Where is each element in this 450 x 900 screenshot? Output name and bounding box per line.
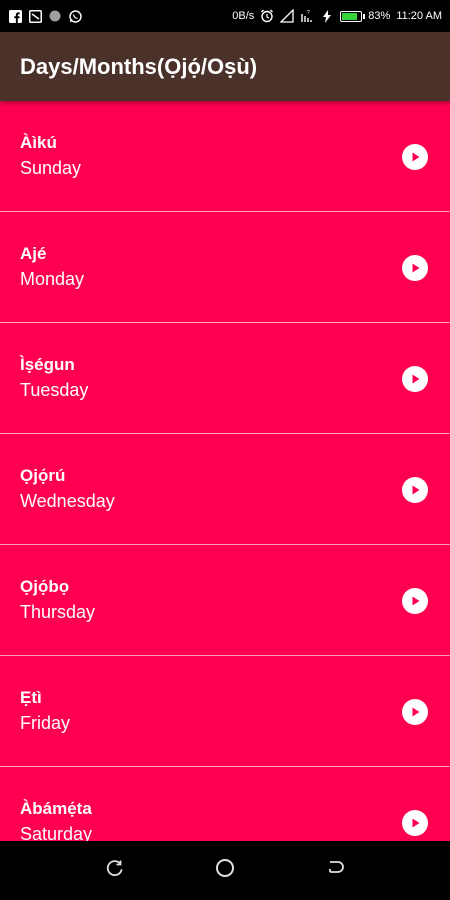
play-button[interactable]: [402, 699, 428, 725]
list-item[interactable]: Ọjọ́bọ Thursday: [0, 545, 450, 656]
play-icon: [409, 484, 421, 496]
yoruba-word: Àbámẹ́ta: [20, 799, 92, 818]
play-button[interactable]: [402, 144, 428, 170]
list-item-text: Ajé Monday: [20, 243, 84, 291]
english-word: Sunday: [20, 158, 82, 178]
play-icon: [409, 151, 421, 163]
play-icon: [409, 373, 421, 385]
facebook-icon: [8, 9, 22, 23]
list-item[interactable]: Ẹtì Friday: [0, 656, 450, 767]
play-icon: [409, 706, 421, 718]
navigation-bar: [0, 841, 450, 900]
wifi-icon: ?: [300, 9, 314, 23]
yoruba-word: Ajé: [20, 244, 47, 263]
english-word: Saturday: [20, 824, 93, 841]
yoruba-word: Ẹtì: [20, 688, 42, 707]
whatsapp-icon: [68, 9, 82, 23]
days-list: Àìkú Sunday Ajé Monday Ìṣégun Tuesday Ọjọ́rú We…: [0, 101, 450, 841]
english-word: Monday: [20, 269, 85, 289]
play-button[interactable]: [402, 477, 428, 503]
page-title: Days/Months(Ọjọ́/Oṣù): [20, 53, 258, 79]
list-item-text: Ọjọ́rú Wednesday: [20, 465, 115, 513]
status-bar: 0B/s ? 83% 11:20 AM: [0, 0, 450, 32]
app-bar: Days/Months(Ọjọ́/Oṣù): [0, 32, 450, 101]
yoruba-word: Àìkú: [20, 133, 57, 152]
list-item-text: Ọjọ́bọ Thursday: [20, 576, 95, 624]
list-item[interactable]: Àìkú Sunday: [0, 101, 450, 212]
play-button[interactable]: [402, 255, 428, 281]
back-icon: [326, 859, 344, 882]
play-icon: [409, 262, 421, 274]
play-icon: [409, 595, 421, 607]
svg-text:?: ?: [307, 10, 310, 16]
battery-level: [342, 12, 358, 20]
battery-percent-text: 83%: [368, 10, 391, 22]
recent-apps-icon: [106, 859, 124, 882]
yoruba-word: Ọjọ́bọ: [20, 577, 70, 596]
play-button[interactable]: [402, 366, 428, 392]
english-word: Thursday: [20, 602, 96, 622]
back-button[interactable]: [315, 851, 355, 891]
signal-icon: [280, 9, 294, 23]
home-icon: [215, 858, 235, 883]
home-button[interactable]: [205, 851, 245, 891]
play-button[interactable]: [402, 810, 428, 836]
recent-apps-button[interactable]: [95, 851, 135, 891]
list-item[interactable]: Àbámẹ́ta Saturday: [0, 767, 450, 841]
list-item[interactable]: Ọjọ́rú Wednesday: [0, 434, 450, 545]
english-word: Wednesday: [20, 491, 115, 511]
list-item[interactable]: Ìṣégun Tuesday: [0, 323, 450, 434]
list-item-text: Àbámẹ́ta Saturday: [20, 798, 92, 841]
yoruba-word: Ọjọ́rú: [20, 466, 66, 485]
yoruba-word: Ìṣégun: [20, 355, 75, 374]
list-item[interactable]: Ajé Monday: [0, 212, 450, 323]
english-word: Tuesday: [20, 380, 89, 400]
record-icon: [48, 9, 62, 23]
list-item-text: Àìkú Sunday: [20, 132, 81, 180]
cast-icon: [28, 9, 42, 23]
play-button[interactable]: [402, 588, 428, 614]
screen: 0B/s ? 83% 11:20 AM Days/Months(Ọjọ́/Oṣù…: [0, 0, 450, 900]
charging-icon: [320, 9, 334, 23]
alarm-icon: [260, 9, 274, 23]
list-item-text: Ìṣégun Tuesday: [20, 354, 88, 402]
status-left: [8, 9, 82, 23]
clock-text: 11:20 AM: [396, 10, 442, 22]
battery-icon: [340, 10, 366, 22]
english-word: Friday: [20, 713, 71, 733]
list-item-text: Ẹtì Friday: [20, 687, 70, 735]
play-icon: [409, 817, 421, 829]
status-right: 0B/s ? 83% 11:20 AM: [232, 9, 442, 23]
data-speed-text: 0B/s: [232, 10, 255, 22]
